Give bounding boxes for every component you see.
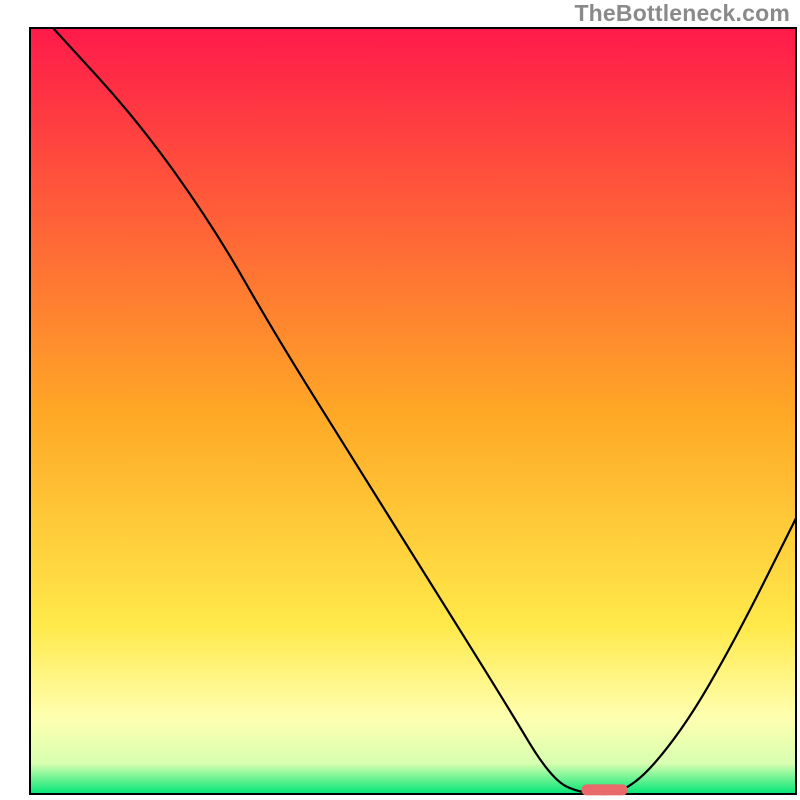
chart-container: TheBottleneck.com xyxy=(0,0,800,800)
optimal-marker xyxy=(582,784,628,795)
plot-background xyxy=(30,28,796,794)
bottleneck-chart xyxy=(0,0,800,800)
watermark-text: TheBottleneck.com xyxy=(574,0,790,27)
